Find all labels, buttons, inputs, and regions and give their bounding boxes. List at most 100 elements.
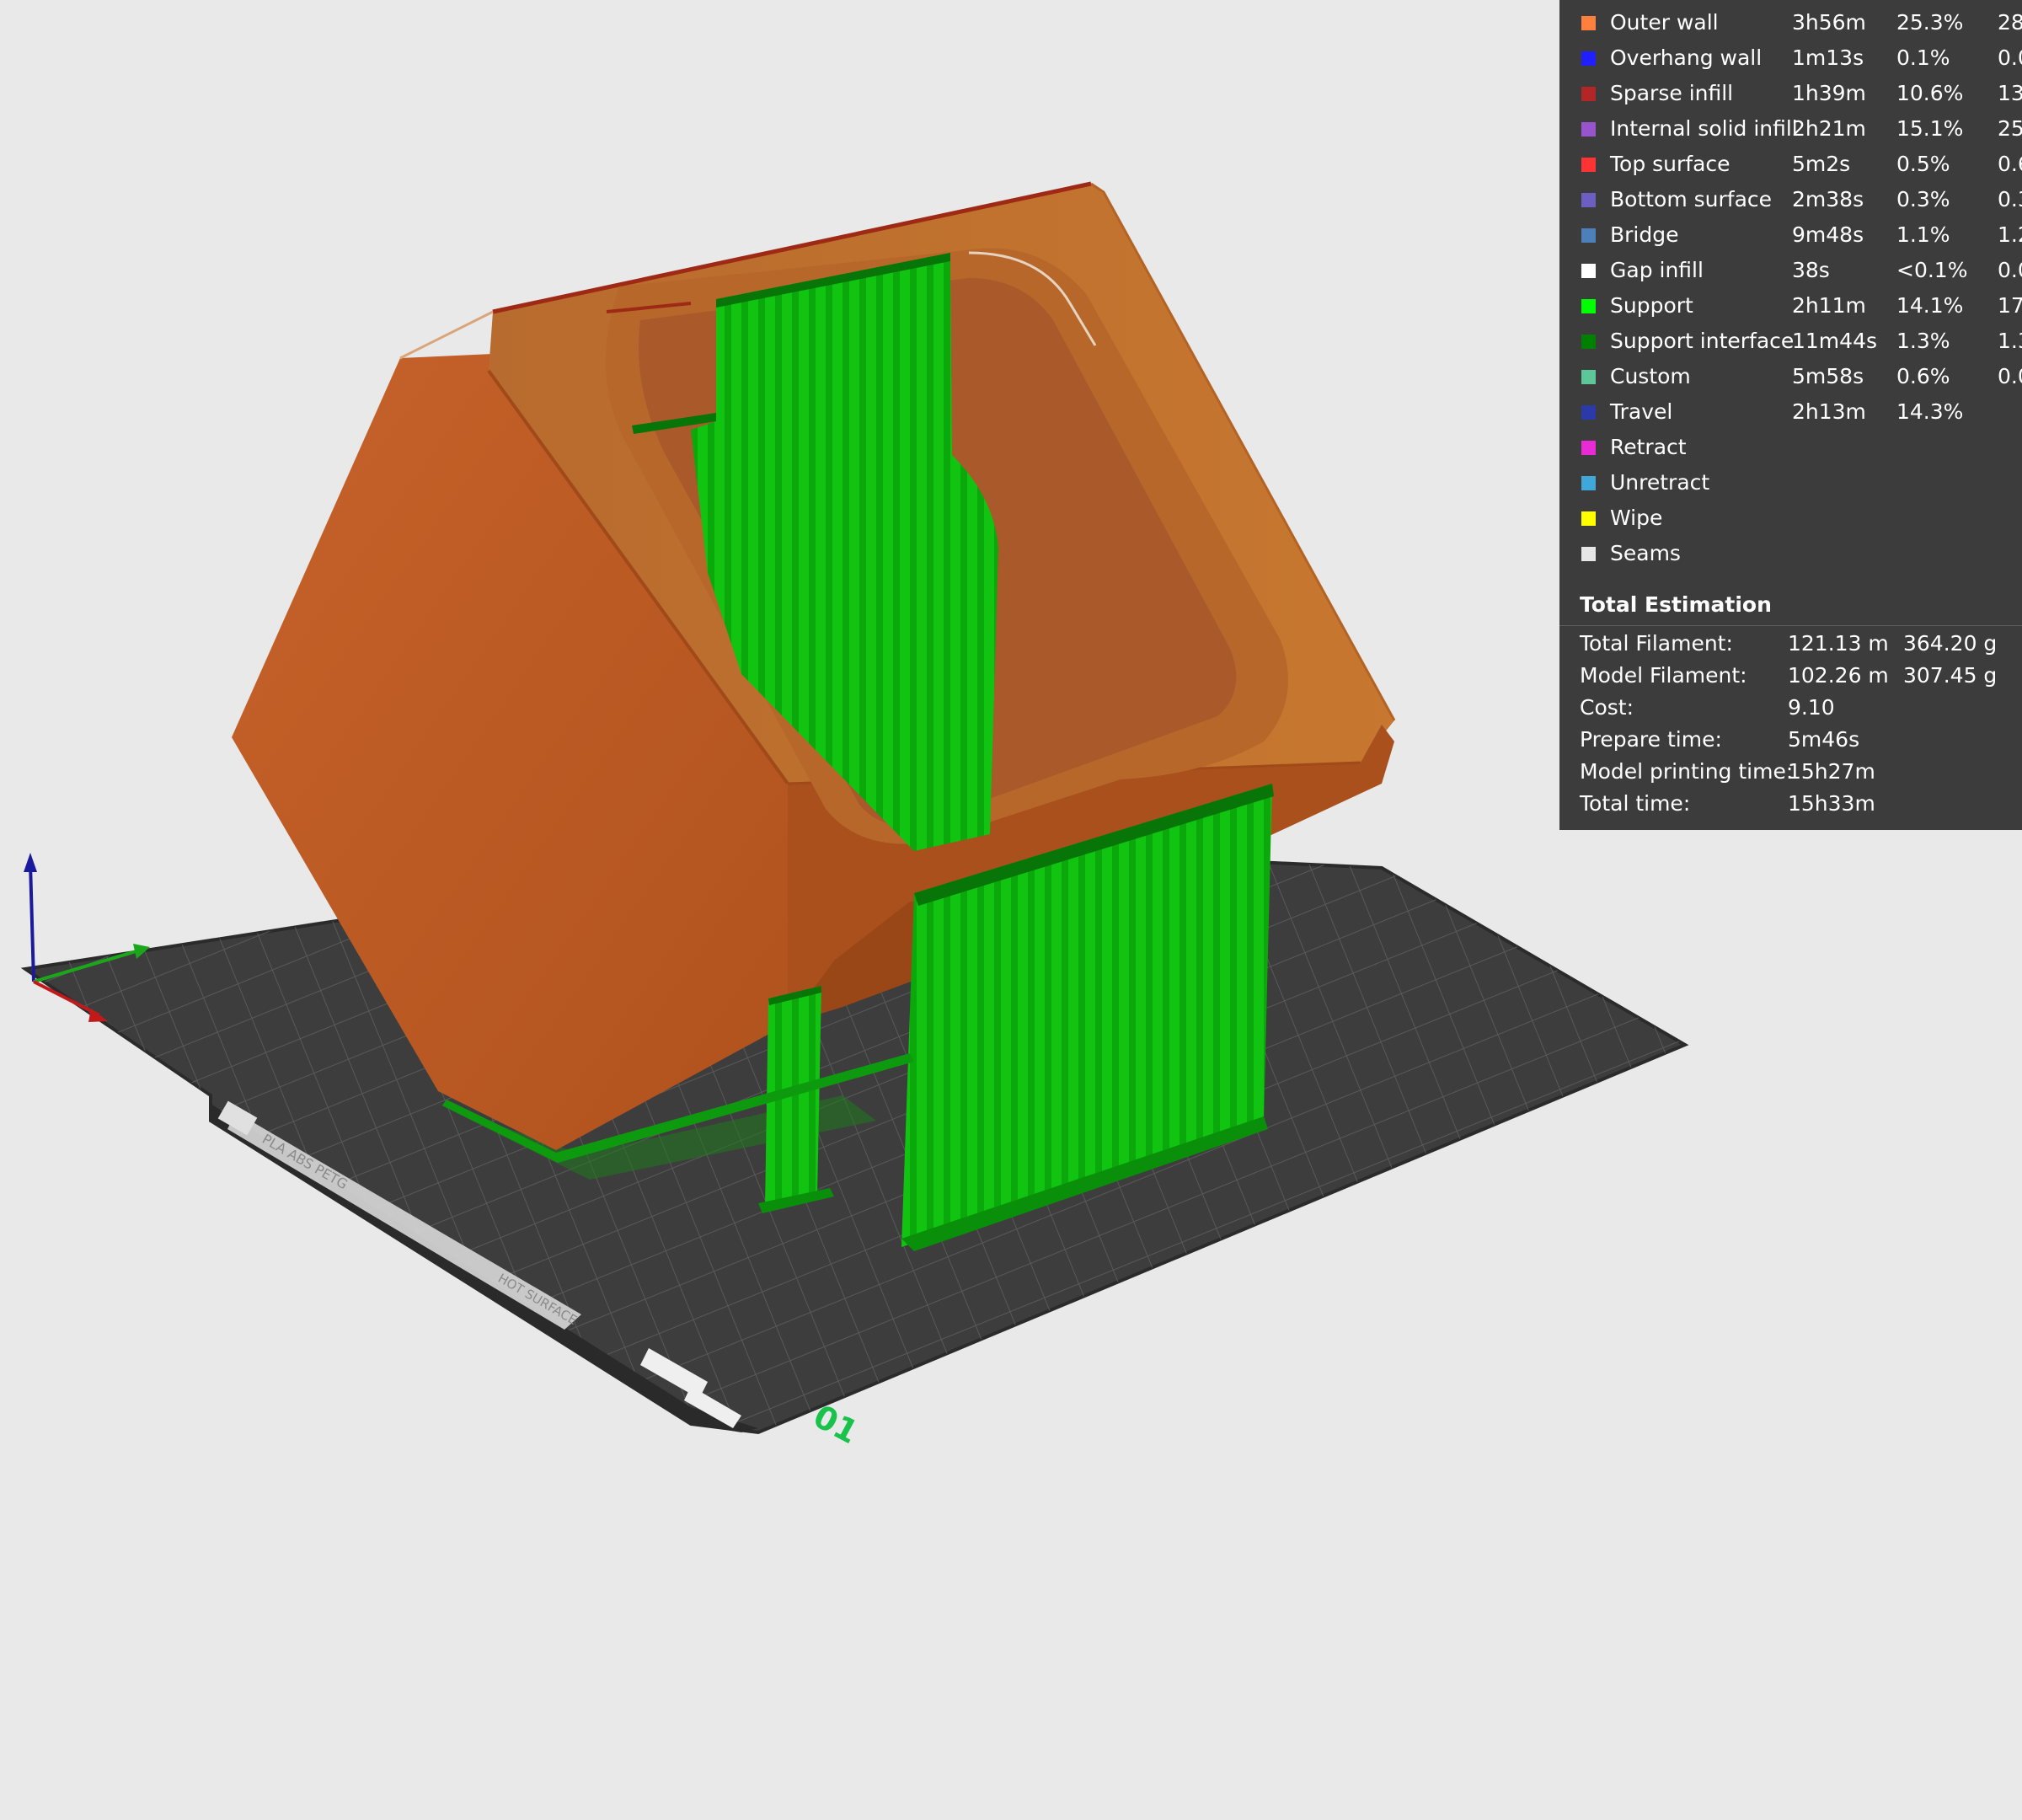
legend-percent: 0.5% (1896, 152, 1950, 176)
legend-color-swatch (1581, 228, 1596, 243)
legend-item[interactable]: Retract (1559, 430, 2022, 465)
legend-label: Top surface (1610, 152, 1730, 176)
legend-extra: 0.0 (1998, 258, 2022, 282)
legend-percent: 14.1% (1896, 293, 1964, 318)
legend-item[interactable]: Wipe (1559, 500, 2022, 536)
legend-percent: 1.3% (1896, 329, 1950, 353)
legend-color-swatch (1581, 547, 1596, 561)
legend-percent: 25.3% (1896, 10, 1964, 35)
estimation-label: Total Filament: (1580, 631, 1733, 656)
legend-percent: 14.3% (1896, 399, 1964, 424)
legend-extra: 0.0 (1998, 46, 2022, 70)
legend-panel: Outer wall 3h56m 25.3% 28 Overhang wall 1m13s… (1559, 0, 2022, 830)
legend-item[interactable]: Travel 2h13m 14.3% (1559, 394, 2022, 430)
legend-color-swatch (1581, 16, 1596, 30)
legend-color-swatch (1581, 299, 1596, 313)
estimation-value: 9.10 (1788, 695, 1835, 720)
estimation-value: 102.26 m (1788, 663, 1889, 688)
estimation-label: Model printing time: (1580, 759, 1794, 784)
legend-time: 11m44s (1792, 329, 1878, 353)
legend-percent: 15.1% (1896, 116, 1964, 141)
legend-item[interactable]: Sparse infill 1h39m 10.6% 13 (1559, 76, 2022, 111)
legend-color-swatch (1581, 370, 1596, 384)
legend-item[interactable]: Bottom surface 2m38s 0.3% 0.3 (1559, 182, 2022, 217)
legend-color-swatch (1581, 158, 1596, 172)
legend-time: 3h56m (1792, 10, 1866, 35)
legend-item[interactable]: Top surface 5m2s 0.5% 0.6 (1559, 147, 2022, 182)
legend-label: Wipe (1610, 506, 1663, 530)
legend-percent: 10.6% (1896, 81, 1964, 105)
legend-item[interactable]: Gap infill 38s <0.1% 0.0 (1559, 253, 2022, 288)
legend-color-swatch (1581, 264, 1596, 278)
estimation-label: Prepare time: (1580, 727, 1722, 752)
total-estimation-heading: Total Estimation (1580, 592, 1772, 617)
estimation-label: Cost: (1580, 695, 1634, 720)
legend-time: 5m2s (1792, 152, 1851, 176)
estimation-value: 121.13 m (1788, 631, 1889, 656)
estimation-label: Model Filament: (1580, 663, 1747, 688)
legend-label: Support (1610, 293, 1693, 318)
estimation-weight: 364.20 g (1903, 631, 1998, 656)
legend-label: Support interface (1610, 329, 1795, 353)
legend-color-swatch (1581, 51, 1596, 66)
legend-percent: 0.3% (1896, 187, 1950, 211)
legend-label: Custom (1610, 364, 1691, 388)
estimation-row: Cost: 9.10 (1559, 692, 2022, 724)
legend-time: 1h39m (1792, 81, 1866, 105)
legend-item[interactable]: Bridge 9m48s 1.1% 1.2 (1559, 217, 2022, 253)
legend-extra: 17 (1998, 293, 2022, 318)
legend-percent: 0.1% (1896, 46, 1950, 70)
legend-extra: 0.6 (1998, 152, 2022, 176)
legend-item[interactable]: Unretract (1559, 465, 2022, 500)
legend-label: Outer wall (1610, 10, 1719, 35)
estimation-value: 15h27m (1788, 759, 1875, 784)
estimation-row: Model printing time: 15h27m (1559, 756, 2022, 788)
estimation-row: Total time: 15h33m (1559, 788, 2022, 820)
legend-label: Retract (1610, 435, 1687, 459)
legend-extra: 1.2 (1998, 222, 2022, 247)
estimation-row: Total Filament: 121.13 m 364.20 g (1559, 628, 2022, 660)
legend-time: 2m38s (1792, 187, 1864, 211)
legend-label: Travel (1610, 399, 1673, 424)
legend-color-swatch (1581, 87, 1596, 101)
legend-time: 1m13s (1792, 46, 1864, 70)
legend-label: Gap infill (1610, 258, 1704, 282)
estimation-row: Prepare time: 5m46s (1559, 724, 2022, 756)
legend-color-swatch (1581, 405, 1596, 420)
divider (1559, 625, 2022, 626)
legend-time: 9m48s (1792, 222, 1864, 247)
legend-percent: 1.1% (1896, 222, 1950, 247)
estimation-weight: 307.45 g (1903, 663, 1998, 688)
estimation-value: 5m46s (1788, 727, 1860, 752)
legend-percent: <0.1% (1896, 258, 1968, 282)
legend-color-swatch (1581, 122, 1596, 136)
legend-color-swatch (1581, 335, 1596, 349)
estimation-value: 15h33m (1788, 791, 1875, 816)
estimation-row: Model Filament: 102.26 m 307.45 g (1559, 660, 2022, 692)
legend-item[interactable]: Support 2h11m 14.1% 17 (1559, 288, 2022, 324)
legend-color-swatch (1581, 193, 1596, 207)
legend-color-swatch (1581, 476, 1596, 490)
legend-time: 5m58s (1792, 364, 1864, 388)
legend-label: Overhang wall (1610, 46, 1763, 70)
legend-item[interactable]: Overhang wall 1m13s 0.1% 0.0 (1559, 40, 2022, 76)
legend-item[interactable]: Outer wall 3h56m 25.3% 28 (1559, 5, 2022, 40)
legend-item[interactable]: Seams (1559, 536, 2022, 571)
legend-label: Sparse infill (1610, 81, 1734, 105)
legend-percent: 0.6% (1896, 364, 1950, 388)
legend-extra: 13 (1998, 81, 2022, 105)
legend-extra: 1.3 (1998, 329, 2022, 353)
legend-time: 2h21m (1792, 116, 1866, 141)
legend-label: Unretract (1610, 470, 1710, 495)
legend-item[interactable]: Support interface11m44s 1.3% 1.3 (1559, 324, 2022, 359)
legend-label: Internal solid infill (1610, 116, 1798, 141)
legend-item[interactable]: Internal solid infill 2h21m 15.1% 25 (1559, 111, 2022, 147)
legend-extra: 25 (1998, 116, 2022, 141)
legend-item[interactable]: Custom 5m58s 0.6% 0.0 (1559, 359, 2022, 394)
legend-label: Bridge (1610, 222, 1679, 247)
legend-extra: 0.3 (1998, 187, 2022, 211)
legend-label: Seams (1610, 541, 1681, 565)
legend-extra: 0.0 (1998, 364, 2022, 388)
legend-time: 2h13m (1792, 399, 1866, 424)
legend-extra: 28 (1998, 10, 2022, 35)
